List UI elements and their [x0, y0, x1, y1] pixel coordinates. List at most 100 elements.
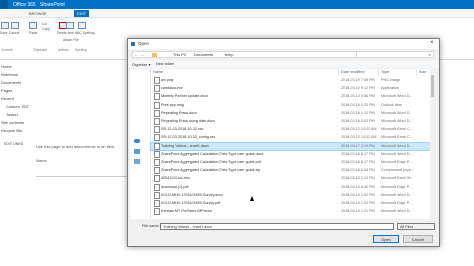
onedrive-icon[interactable]	[134, 139, 140, 143]
file-row[interactable]: Repeating Rows.docx 2018-03-16 1:12 PM Mic…	[151, 109, 433, 117]
file-name: Repeating Rows.docx	[161, 110, 197, 115]
file-name: Training Videos - chart1.docx	[161, 143, 209, 148]
sharepoint-link[interactable]: SharePoint	[40, 2, 65, 8]
file-row[interactable]: Repeating Rows using date.docx 2018-03-16…	[151, 118, 433, 125]
nav-home[interactable]: Home	[1, 64, 12, 69]
spelling-icon[interactable]	[78, 22, 86, 29]
close-icon[interactable]: ×	[430, 40, 434, 46]
file-row[interactable]: d5541120-bd.xlsx 2018-03-13 1:12 PM Micros…	[151, 175, 433, 183]
dialog-title: Open	[138, 41, 150, 46]
file-row[interactable]: download (1).pdf 2018-03-13 6:40 PM Micros…	[151, 183, 433, 191]
file-row[interactable]: Training Videos - chart1.docx 2018-03-17 …	[150, 141, 434, 151]
attach-file-button[interactable]: Attach File	[63, 38, 79, 42]
col-type[interactable]: Type	[379, 69, 417, 76]
crumb-this-pc[interactable]: This PC	[173, 53, 187, 57]
file-name: SharePoint Aggregated Calculation Field …	[161, 160, 261, 164]
file-type: Microsoft Word D...	[381, 151, 413, 156]
file-row[interactable]: SR-12-03-2018-10-32_config.csv 2018-03-12…	[151, 134, 433, 142]
file-name: download (1).pdf	[161, 184, 189, 189]
filename-input[interactable]: Training Videos - chart1.docx	[160, 223, 394, 230]
spelling-button[interactable]: ABC Spelling	[75, 31, 94, 35]
attach-file-icon[interactable]	[66, 22, 74, 29]
col-date[interactable]: Date modified	[339, 69, 379, 76]
navigation-pane[interactable]	[130, 69, 151, 219]
new-folder-button[interactable]: New folder	[156, 62, 174, 66]
scrollbar[interactable]	[430, 69, 435, 219]
forward-icon[interactable]: →	[140, 52, 144, 57]
file-row[interactable]: ani.png 2018-03-19 7:08 PM PNG image	[151, 77, 433, 84]
file-list[interactable]: Name Date modified Type Size ani.png 2018…	[150, 69, 434, 219]
file-row[interactable]: SharePoint Aggregated Calculation Field …	[151, 167, 433, 175]
open-button[interactable]: Open	[373, 235, 399, 243]
ribbon-tabs: BROWSE EDIT	[0, 9, 474, 18]
tab-browse[interactable]: BROWSE	[29, 11, 47, 16]
file-type: Application	[381, 86, 400, 91]
network-icon[interactable]	[134, 159, 140, 164]
copy-button[interactable]: Copy	[42, 27, 50, 31]
file-name: KCLD-MHV-1703101600-Survey.pdf	[161, 201, 221, 205]
file-row[interactable]: Print app.msg 2018-03-15 1:33 PM Outlook I…	[151, 101, 433, 109]
file-icon	[154, 77, 160, 84]
cut-button[interactable]: Cut	[42, 22, 47, 26]
save-icon[interactable]	[1, 22, 9, 29]
file-name: Kerman MT PreSales IMP.docx	[161, 209, 213, 214]
paste-icon[interactable]	[29, 22, 37, 29]
file-row[interactable]: SR-12-03-2018-10-32.csv 2018-03-12 10:32 …	[151, 126, 433, 134]
edit-links[interactable]: EDIT LINKS	[4, 142, 23, 146]
file-icon	[154, 159, 160, 166]
app-launcher-icon[interactable]	[0, 0, 8, 9]
paste-button[interactable]: Paste	[29, 31, 37, 35]
file-icon	[154, 183, 160, 191]
file-row[interactable]: SharePoint Aggregated Calculation Field …	[151, 150, 433, 158]
cancel-button[interactable]: Cancel	[9, 31, 19, 35]
crumb-documents[interactable]: Documents	[194, 53, 213, 57]
crumb-temp[interactable]: temp	[225, 53, 233, 57]
nav-site-contents[interactable]: Site contents	[1, 120, 24, 125]
file-row[interactable]: KCLD-MHV-1703101600-Survey.docx 2018-03-1…	[151, 191, 433, 199]
save-button[interactable]: Save	[0, 31, 8, 35]
office365-link[interactable]: Office 365	[13, 2, 36, 8]
nav-tasks1[interactable]: Tasks1	[6, 112, 18, 117]
group-clipboard: Clipboard	[33, 48, 48, 52]
col-name[interactable]: Name	[151, 69, 339, 76]
file-row[interactable]: Monthly Partner update.docx 2018-03-13 9:…	[151, 93, 433, 101]
file-name: ani.png	[161, 78, 174, 82]
file-icon	[154, 134, 160, 142]
file-date: 2018-03-16 2:02 PM	[341, 119, 375, 123]
search-box[interactable]: ⌕	[356, 51, 434, 58]
file-icon	[154, 150, 160, 158]
file-name: d5541120-bd.xlsx	[161, 176, 190, 181]
delete-item-button[interactable]: Delete Item	[57, 31, 74, 35]
file-date: 2018-03-13 1:12 PM	[341, 176, 375, 181]
file-name: SR-12-03-2018-10-32.csv	[161, 127, 204, 132]
dialog-toolbar: Organize ▾ New folder	[128, 60, 439, 68]
file-date: 2018-03-13 6:40 PM	[341, 184, 375, 189]
nav-pages[interactable]: Pages	[1, 88, 12, 93]
back-icon[interactable]: ←	[134, 52, 138, 57]
file-type-select[interactable]: All Files	[397, 223, 435, 230]
file-row[interactable]: KCLD-MHV-1703101600-Survey.pdf 2018-03-12…	[151, 200, 433, 207]
file-type: Microsoft Word D...	[381, 119, 413, 123]
cancel-icon[interactable]	[11, 22, 19, 29]
nav-recycle-bin[interactable]: Recycle Bin	[1, 128, 22, 133]
file-date: 2018-03-17 2:29 PM	[341, 143, 375, 148]
nav-notebook[interactable]: Notebook	[1, 72, 18, 77]
this-pc-icon[interactable]	[134, 149, 140, 154]
tab-edit[interactable]: EDIT	[74, 10, 90, 17]
scroll-thumb[interactable]	[431, 75, 434, 97]
nav-custom-jsit[interactable]: Custom JSIT	[6, 104, 29, 109]
file-type: Microsoft Excel C...	[381, 127, 413, 132]
group-commit: Commit	[1, 48, 13, 52]
file-row[interactable]: camtasia.exe 2018-03-12 9:12 PM Applicatio…	[151, 85, 433, 93]
file-date: 2018-03-15 1:33 PM	[341, 102, 375, 107]
organize-button[interactable]: Organize ▾	[132, 62, 150, 67]
file-icon	[154, 93, 160, 101]
file-date: 2018-03-12 10:32 AM	[341, 127, 377, 132]
file-row[interactable]: Kerman MT PreSales IMP.docx 2018-03-12 1:…	[151, 208, 433, 216]
nav-recent[interactable]: Recent	[1, 96, 14, 101]
cursor-icon	[250, 196, 254, 201]
file-row[interactable]: SharePoint Aggregated Calculation Field …	[151, 159, 433, 166]
cancel-button[interactable]: Cancel	[403, 235, 433, 243]
nav-documents[interactable]: Documents	[1, 80, 21, 85]
file-name: Repeating Rows using date.docx	[161, 119, 215, 123]
